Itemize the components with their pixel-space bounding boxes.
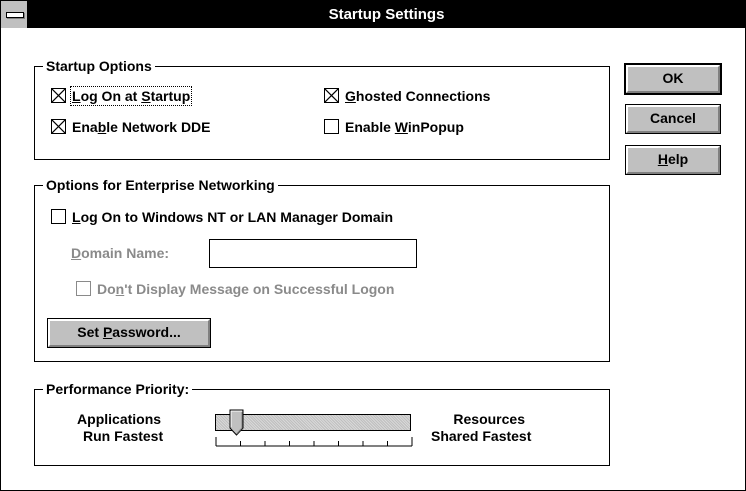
resources-label: Resources Shared Fastest — [431, 411, 531, 445]
enable-network-dde-checkbox[interactable]: Enable Network DDE — [51, 118, 211, 136]
applications-label-line2: Run Fastest — [83, 428, 164, 444]
help-button[interactable]: Help — [626, 146, 720, 174]
enable-network-dde-label: Enable Network DDE — [72, 119, 211, 135]
dont-display-message-checkbox[interactable]: Don't Display Message on Successful Logo… — [76, 280, 394, 298]
startup-options-group: Startup Options — [34, 58, 610, 160]
ok-button[interactable]: OK — [626, 65, 720, 93]
checkbox-unchecked-icon — [51, 209, 66, 224]
system-menu-icon — [6, 12, 24, 18]
domain-name-label: Domain Name: — [71, 245, 170, 261]
system-menu-button[interactable] — [1, 1, 28, 28]
logon-at-startup-label: Log On at Startup — [69, 86, 193, 106]
checkbox-checked-icon — [324, 88, 339, 103]
applications-label-line1: Applications — [77, 411, 162, 427]
startup-options-legend: Startup Options — [43, 58, 155, 74]
checkbox-unchecked-icon — [324, 119, 339, 134]
set-password-button[interactable]: Set Password... — [48, 319, 210, 347]
cancel-button[interactable]: Cancel — [626, 105, 720, 133]
window-title: Startup Settings — [328, 6, 445, 23]
help-button-label: Help — [657, 151, 689, 167]
checkbox-checked-icon — [51, 88, 66, 103]
enterprise-networking-legend: Options for Enterprise Networking — [43, 177, 278, 193]
title-bar: Startup Settings — [1, 1, 745, 28]
set-password-label: Set Password... — [77, 324, 181, 340]
performance-slider-ticks — [215, 437, 413, 447]
ghosted-connections-checkbox[interactable]: Ghosted Connections — [324, 87, 490, 105]
logon-at-startup-checkbox[interactable]: Log On at Startup — [51, 86, 193, 106]
cancel-button-label: Cancel — [650, 110, 696, 126]
startup-settings-dialog: Startup Settings Startup Options Log On … — [0, 0, 746, 491]
resources-label-line2: Shared Fastest — [431, 428, 532, 444]
ghosted-connections-label: Ghosted Connections — [345, 88, 491, 104]
logon-domain-label: Log On to Windows NT or LAN Manager Doma… — [72, 209, 394, 225]
applications-label: Applications Run Fastest — [75, 411, 163, 445]
dont-display-message-label: Don't Display Message on Successful Logo… — [97, 281, 395, 297]
domain-name-field[interactable] — [209, 239, 417, 268]
checkbox-unchecked-icon — [76, 281, 91, 296]
enable-winpopup-checkbox[interactable]: Enable WinPopup — [324, 118, 464, 136]
ok-button-label: OK — [662, 70, 684, 86]
checkbox-checked-icon — [51, 119, 66, 134]
performance-priority-legend: Performance Priority: — [43, 381, 193, 397]
logon-domain-checkbox[interactable]: Log On to Windows NT or LAN Manager Doma… — [51, 208, 393, 226]
performance-slider-thumb[interactable] — [229, 409, 245, 437]
slider-tick-marks — [215, 437, 413, 446]
resources-label-line1: Resources — [453, 411, 525, 427]
enable-winpopup-label: Enable WinPopup — [345, 119, 464, 135]
